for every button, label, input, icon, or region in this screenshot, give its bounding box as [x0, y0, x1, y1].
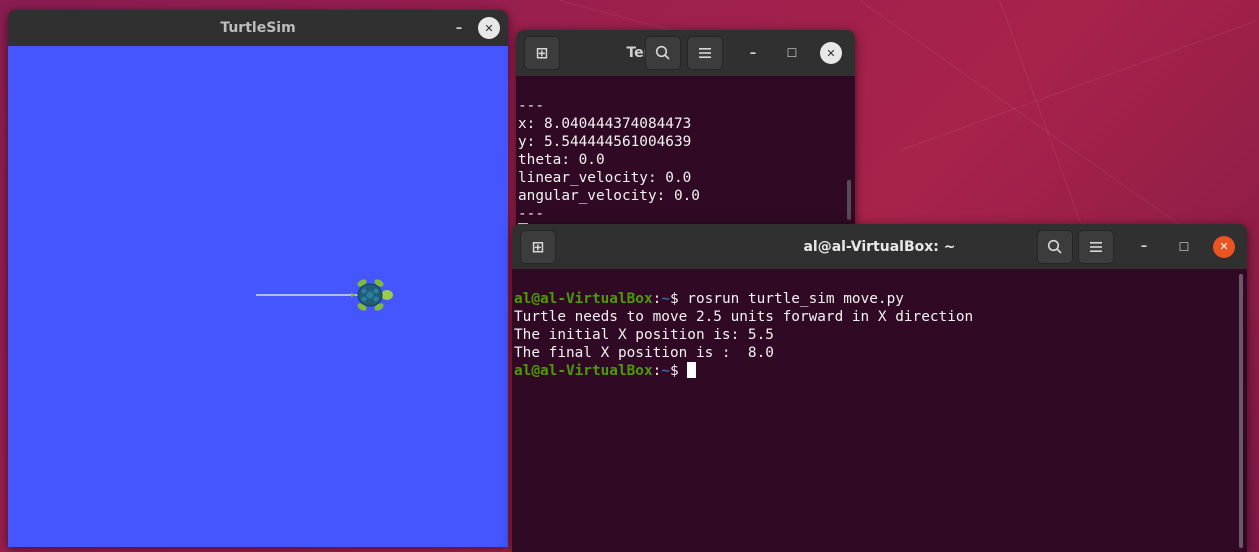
terminal-line: Turtle needs to move 2.5 units forward i…: [514, 309, 974, 325]
search-icon: [655, 45, 670, 60]
prompt-symbol: $: [669, 291, 679, 307]
terminal-pose-titlebar[interactable]: ⊞ Ter... – ☐ ✕: [516, 30, 855, 76]
terminal-main-title: al@al-VirtualBox: ~: [803, 238, 956, 255]
terminal-main-titlebar[interactable]: ⊞ al@al-VirtualBox: ~ – ☐ ✕: [512, 224, 1247, 269]
hamburger-menu-icon: [699, 48, 711, 58]
terminal-line: ---: [518, 206, 544, 222]
maximize-icon: ☐: [1178, 239, 1190, 254]
close-button[interactable]: ✕: [820, 42, 842, 64]
terminal-window-pose: ⊞ Ter... – ☐ ✕ --- x: 8.040444374084473 y:…: [516, 30, 855, 225]
command-text: rosrun turtle_sim move.py: [678, 291, 904, 307]
close-button[interactable]: ✕: [478, 17, 500, 39]
prompt-separator: :: [652, 363, 662, 379]
close-icon: ✕: [826, 46, 836, 60]
new-tab-button[interactable]: ⊞: [524, 36, 560, 70]
terminal-line: ---: [518, 98, 544, 114]
maximize-button[interactable]: ☐: [781, 42, 803, 64]
minimize-button[interactable]: –: [742, 42, 764, 64]
search-icon: [1047, 239, 1062, 254]
terminal-line: angular_velocity: 0.0: [518, 188, 700, 204]
prompt-user: al@al-VirtualBox: [514, 291, 653, 307]
terminal-line: y: 5.544444561004639: [518, 134, 692, 150]
minimize-icon: –: [1140, 239, 1148, 254]
terminal-line: linear_velocity: 0.0: [518, 170, 692, 186]
prompt-path: ~: [661, 291, 670, 307]
terminal-window-main: ⊞ al@al-VirtualBox: ~ – ☐ ✕ al@al-Virtua…: [512, 224, 1247, 552]
prompt-separator: :: [652, 291, 662, 307]
maximize-icon: ☐: [786, 46, 798, 60]
scrollbar[interactable]: [847, 180, 851, 220]
maximize-button[interactable]: ☐: [1173, 236, 1195, 258]
close-icon: ✕: [1219, 240, 1229, 253]
scrollbar[interactable]: [1239, 274, 1243, 548]
minimize-button[interactable]: –: [448, 17, 470, 39]
turtle-scene: [256, 279, 393, 311]
terminal-line: The final X position is : 8.0: [514, 345, 774, 361]
terminal-pose-output[interactable]: --- x: 8.040444374084473 y: 5.544444561004…: [516, 76, 855, 225]
minimize-button[interactable]: –: [1133, 236, 1155, 258]
minimize-icon: –: [749, 45, 757, 61]
close-icon: ✕: [484, 21, 494, 35]
close-button[interactable]: ✕: [1213, 235, 1235, 258]
terminal-line: The initial X position is: 5.5: [514, 327, 774, 343]
turtlesim-canvas: [8, 46, 508, 547]
terminal-line: x: 8.040444374084473: [518, 116, 692, 132]
turtlesim-title: TurtleSim: [220, 20, 296, 36]
terminal-main-output[interactable]: al@al-VirtualBox:~$ rosrun turtle_sim mo…: [512, 269, 1247, 552]
new-tab-button[interactable]: ⊞: [520, 229, 556, 264]
terminal-line: theta: 0.0: [518, 152, 605, 168]
menu-button[interactable]: [1078, 229, 1114, 264]
hamburger-menu-icon: [1090, 241, 1102, 252]
menu-button[interactable]: [687, 36, 723, 70]
prompt-user: al@al-VirtualBox: [514, 363, 653, 379]
terminal-cursor: [687, 362, 697, 378]
prompt-path: ~: [661, 363, 670, 379]
search-button[interactable]: [1037, 229, 1073, 264]
turtlesim-titlebar[interactable]: TurtleSim – ✕: [8, 10, 508, 46]
new-tab-icon: ⊞: [535, 44, 549, 62]
search-button[interactable]: [645, 36, 681, 70]
prompt-symbol: $: [669, 363, 679, 379]
new-tab-icon: ⊞: [531, 237, 545, 256]
minimize-icon: –: [455, 20, 463, 36]
terminal-prompt-line: al@al-VirtualBox:~$: [514, 362, 1245, 380]
turtlesim-window: TurtleSim – ✕: [8, 10, 508, 547]
terminal-command-line: al@al-VirtualBox:~$ rosrun turtle_sim mo…: [514, 290, 1245, 308]
